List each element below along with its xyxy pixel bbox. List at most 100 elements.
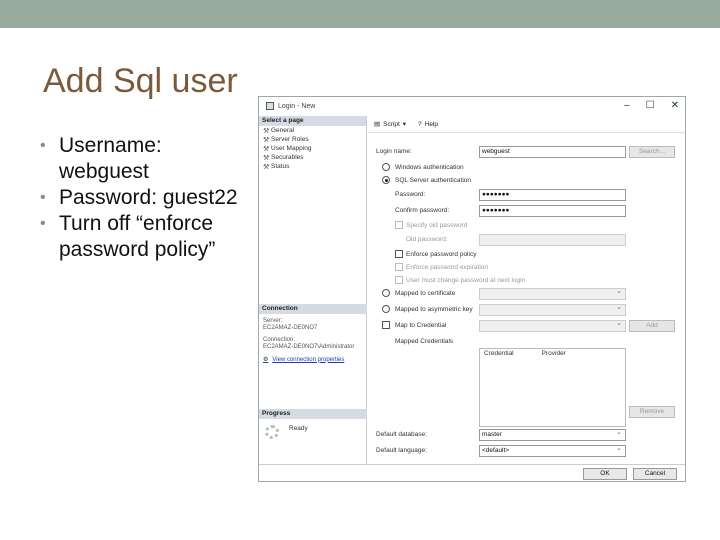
app-icon xyxy=(266,102,274,110)
server-value: EC2AMAZ-DE0NO7 xyxy=(263,325,318,331)
general-page-content: ▤ Script ▾ ? Help Login name: webguest Sear… xyxy=(368,116,685,464)
left-panel: Select a page ⚒ General ⚒ Server Roles ⚒ Us… xyxy=(259,116,367,464)
dialog-toolbar: ▤ Script ▾ ? Help xyxy=(368,116,685,133)
bullet-list: • Username: webguest • Password: guest22 •… xyxy=(40,133,255,263)
confirm-password-input[interactable]: ●●●●●●● xyxy=(479,205,626,217)
mapped-asym-row: Mapped to asymmetric key xyxy=(368,303,685,316)
mapped-credentials-grid[interactable]: Credential Provider xyxy=(479,348,626,427)
must-change-label: User must change password at next login xyxy=(406,277,526,284)
mapped-cert-radio[interactable] xyxy=(382,289,390,297)
bullet-item: • Username: webguest xyxy=(40,134,162,183)
enforce-policy-label: Enforce password policy xyxy=(406,251,477,258)
minimize-icon[interactable]: – xyxy=(624,100,630,111)
enforce-policy-row: Enforce password policy xyxy=(368,249,685,261)
page-item-server-roles[interactable]: ⚒ Server Roles xyxy=(259,135,366,144)
mapped-cert-select[interactable] xyxy=(479,287,626,300)
slide-title: Add Sql user xyxy=(43,62,238,100)
enforce-policy-checkbox[interactable] xyxy=(395,250,403,258)
default-db-label: Default database: xyxy=(376,431,427,438)
search-button[interactable]: Search... xyxy=(629,146,675,158)
help-button[interactable]: ? Help xyxy=(418,121,438,128)
specify-old-row: Specify old password xyxy=(368,220,685,232)
dialog-footer: OK Cancel xyxy=(259,464,685,481)
select-page-header: Select a page xyxy=(259,116,366,126)
bullet-text: Username: webguest xyxy=(59,134,162,183)
login-new-dialog: Login - New – ☐ ✕ Select a page ⚒ General… xyxy=(258,96,686,482)
password-label: Password: xyxy=(395,191,426,198)
confirm-password-row: Confirm password: ●●●●●●● xyxy=(368,205,685,217)
remove-credential-button[interactable]: Remove xyxy=(629,406,675,418)
default-db-select[interactable]: master xyxy=(479,428,626,441)
bullet-text: Password: guest22 xyxy=(59,186,238,209)
windows-auth-label: Windows authentication xyxy=(395,164,464,171)
specify-old-password-label: Specify old password xyxy=(406,222,468,229)
default-lang-select[interactable]: <default> xyxy=(479,444,626,457)
credential-column-header: Credential xyxy=(484,350,514,357)
connection-section: Connection Server: EC2AMAZ-DE0NO7 Connec… xyxy=(259,304,367,368)
close-icon[interactable]: ✕ xyxy=(671,100,679,111)
specify-old-password-checkbox[interactable] xyxy=(395,221,403,229)
help-icon: ? xyxy=(418,120,422,128)
connection-header: Connection xyxy=(259,304,367,314)
sql-auth-row: SQL Server authentication xyxy=(368,175,685,187)
mapped-cert-row: Mapped to certificate xyxy=(368,287,685,300)
wrench-icon: ⚒ xyxy=(263,145,270,153)
page-item-status[interactable]: ⚒ Status xyxy=(259,162,366,171)
connection-value: EC2AMAZ-DE0NO7\Administrator xyxy=(263,344,355,350)
login-name-row: Login name: webguest Search... xyxy=(368,146,685,158)
wrench-icon: ⚒ xyxy=(263,136,270,144)
add-credential-button[interactable]: Add xyxy=(629,320,675,332)
old-password-row: Old password: xyxy=(368,234,685,246)
enforce-expiration-checkbox[interactable] xyxy=(395,263,403,271)
old-password-input[interactable] xyxy=(479,234,626,246)
cancel-button[interactable]: Cancel xyxy=(633,468,677,480)
wrench-icon: ⚒ xyxy=(263,163,270,171)
default-db-row: Default database: master xyxy=(368,428,685,441)
properties-icon: ⚙ xyxy=(263,357,269,363)
progress-status: Ready xyxy=(289,424,308,432)
windows-auth-radio[interactable] xyxy=(382,163,390,171)
login-name-label: Login name: xyxy=(376,148,412,155)
view-connection-properties-link[interactable]: ⚙ View connection properties xyxy=(259,351,367,368)
map-credential-select[interactable] xyxy=(479,319,626,332)
ok-button[interactable]: OK xyxy=(583,468,627,480)
script-icon: ▤ xyxy=(374,121,381,128)
connection-label: Connection: xyxy=(263,337,296,343)
password-input[interactable]: ●●●●●●● xyxy=(479,189,626,201)
wrench-icon: ⚒ xyxy=(263,154,270,162)
wrench-icon: ⚒ xyxy=(263,127,270,135)
windows-auth-row: Windows authentication xyxy=(368,162,685,174)
provider-column-header: Provider xyxy=(541,350,566,357)
must-change-row: User must change password at next login xyxy=(368,275,685,287)
password-row: Password: ●●●●●●● xyxy=(368,189,685,201)
dialog-titlebar: Login - New – ☐ ✕ xyxy=(259,97,685,115)
progress-section: Progress Ready xyxy=(259,409,367,445)
mapped-asym-radio[interactable] xyxy=(382,305,390,313)
bullet-text: Turn off “enforce password policy” xyxy=(59,212,216,261)
chevron-down-icon: ▾ xyxy=(402,121,407,128)
login-name-input[interactable]: webguest xyxy=(479,146,626,158)
confirm-password-label: Confirm password: xyxy=(395,207,450,214)
slide-top-bar xyxy=(0,0,720,28)
map-credential-checkbox[interactable] xyxy=(382,321,390,329)
mapped-asym-select[interactable] xyxy=(479,303,626,316)
sql-auth-radio[interactable] xyxy=(382,176,390,184)
enforce-expiration-row: Enforce password expiration xyxy=(368,262,685,274)
maximize-icon[interactable]: ☐ xyxy=(646,100,655,111)
mapped-cert-label: Mapped to certificate xyxy=(395,290,456,297)
page-item-general[interactable]: ⚒ General xyxy=(259,126,366,135)
page-item-user-mapping[interactable]: ⚒ User Mapping xyxy=(259,144,366,153)
mapped-credentials-label: Mapped Credentials xyxy=(395,338,454,345)
progress-header: Progress xyxy=(259,409,367,419)
mapped-asym-label: Mapped to asymmetric key xyxy=(395,306,473,313)
server-label: Server: xyxy=(263,318,283,324)
page-item-securables[interactable]: ⚒ Securables xyxy=(259,153,366,162)
bullet-item: • Turn off “enforce password policy” xyxy=(40,212,216,261)
default-lang-label: Default language: xyxy=(376,447,427,454)
script-button[interactable]: ▤ Script ▾ xyxy=(374,120,407,129)
window-title: Login - New xyxy=(278,102,316,110)
progress-spinner-icon xyxy=(265,425,279,439)
must-change-checkbox[interactable] xyxy=(395,276,403,284)
map-credential-row: Map to Credential Add xyxy=(368,319,685,332)
old-password-label: Old password: xyxy=(406,236,448,243)
